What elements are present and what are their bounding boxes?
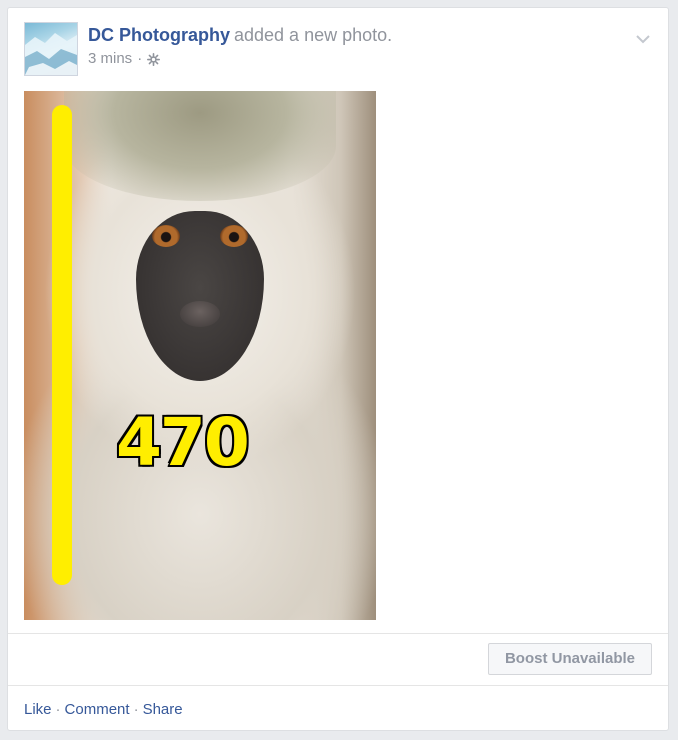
meta-line: 3 mins · xyxy=(88,49,392,69)
avatar-image-icon xyxy=(25,33,77,75)
monkey-photo-image xyxy=(24,91,376,620)
divider xyxy=(8,633,668,634)
action-separator: · xyxy=(133,701,139,718)
post-timestamp[interactable]: 3 mins xyxy=(88,49,132,69)
page-name-link[interactable]: DC Photography xyxy=(88,25,230,45)
post-photo[interactable]: 470 xyxy=(24,91,376,620)
yellow-measure-bar xyxy=(52,105,72,585)
post-card: DC Photography added a new photo. 3 mins … xyxy=(7,7,669,731)
overlay-number: 470 xyxy=(115,403,252,483)
share-link[interactable]: Share xyxy=(143,701,183,718)
title-line: DC Photography added a new photo. xyxy=(88,22,392,48)
chevron-down-icon[interactable] xyxy=(634,32,652,44)
gear-icon[interactable] xyxy=(147,52,161,66)
like-link[interactable]: Like xyxy=(24,701,52,718)
meta-separator: · xyxy=(137,50,143,67)
post-actions: Like · Comment · Share xyxy=(24,699,183,721)
divider xyxy=(8,685,668,686)
boost-button[interactable]: Boost Unavailable xyxy=(488,643,652,675)
action-separator: · xyxy=(55,701,61,718)
post-header: DC Photography added a new photo. 3 mins … xyxy=(24,22,652,78)
header-text: DC Photography added a new photo. 3 mins … xyxy=(88,22,392,69)
page-avatar[interactable] xyxy=(24,22,78,76)
comment-link[interactable]: Comment xyxy=(65,701,130,718)
post-action-text: added a new photo. xyxy=(234,25,393,45)
